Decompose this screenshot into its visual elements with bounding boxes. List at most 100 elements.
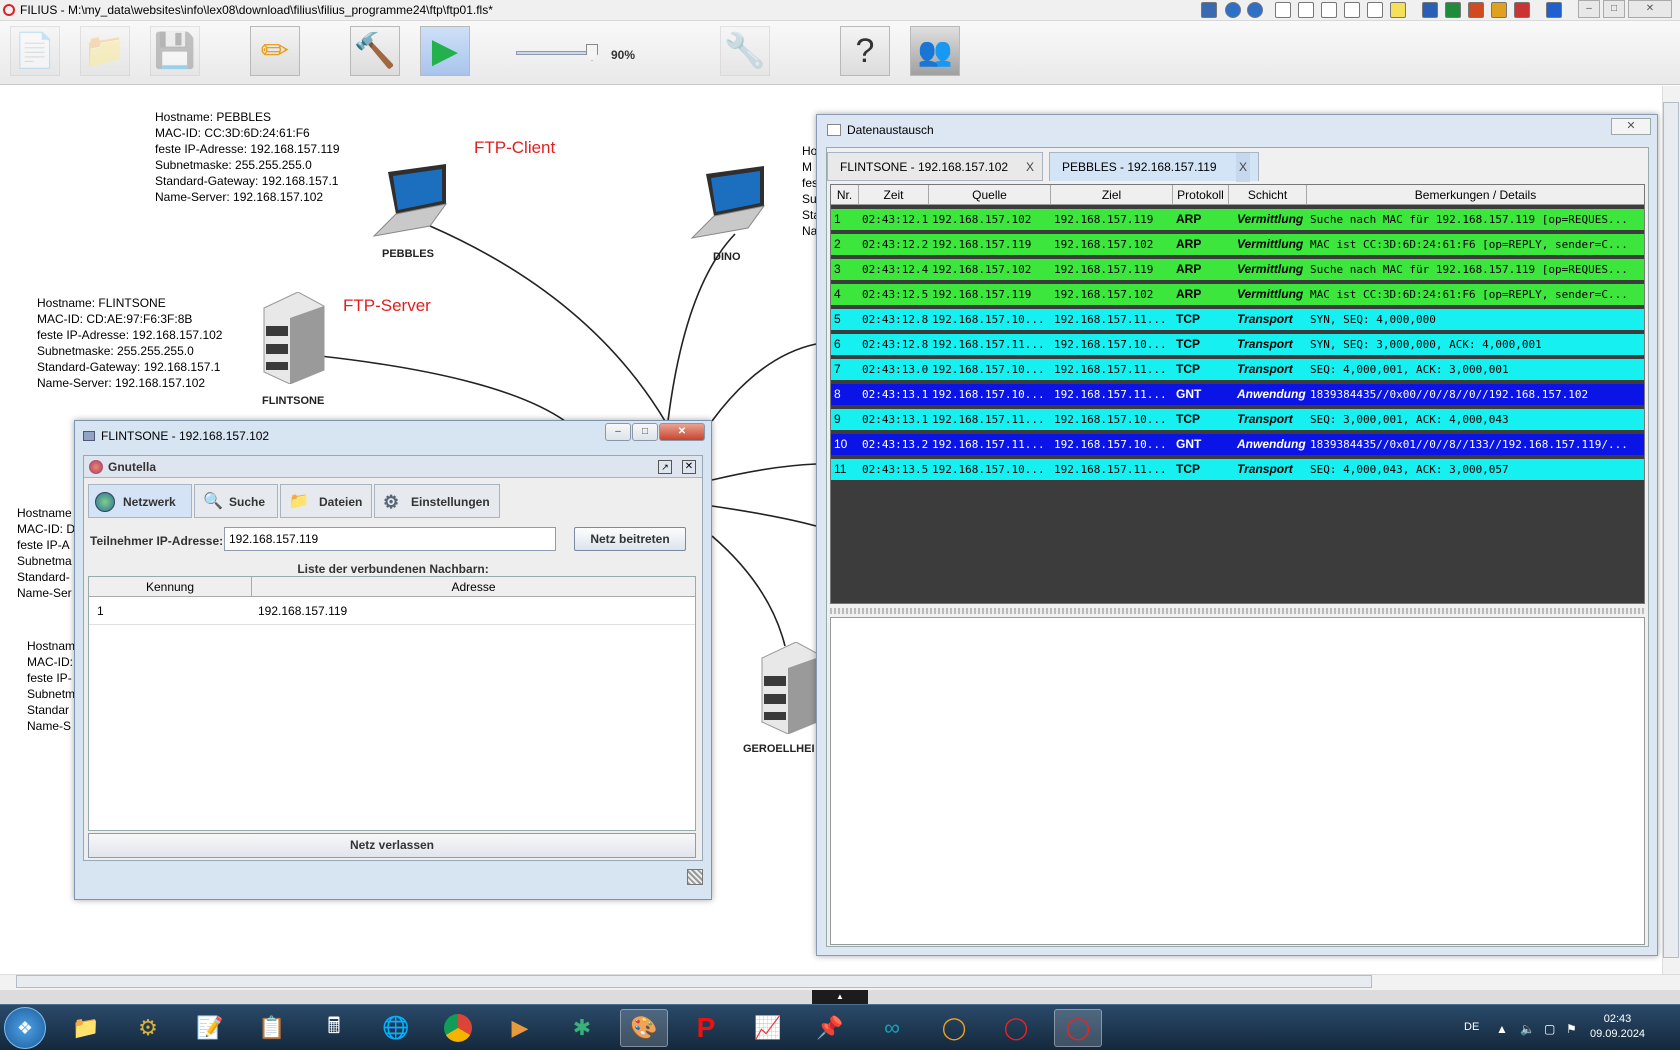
dino-laptop[interactable] — [686, 166, 768, 247]
taskbar-paint[interactable]: 🎨 — [620, 1009, 668, 1047]
card-icon[interactable] — [1344, 2, 1360, 18]
column-header[interactable]: Protokoll — [1173, 185, 1229, 205]
undock-icon[interactable]: ↗ — [658, 460, 672, 474]
actions-mode-button[interactable]: 🔨 — [350, 26, 400, 76]
horizontal-scroll-thumb[interactable] — [16, 975, 1372, 988]
minimize-button[interactable]: – — [605, 423, 631, 441]
settings-icon[interactable] — [1514, 2, 1530, 18]
taskbar-chrome[interactable] — [434, 1009, 482, 1047]
leave-network-button[interactable]: Netz verlassen — [88, 833, 696, 858]
flintsone-server[interactable] — [258, 291, 328, 387]
mail-icon[interactable] — [1275, 2, 1291, 18]
table-row[interactable]: 2 02:43:12.2...192.168.157.119 192.168.157… — [831, 234, 1644, 255]
tab-pebbles[interactable]: PEBBLES - 192.168.157.119 X — [1049, 152, 1259, 182]
tools-button[interactable]: 🔧 — [720, 26, 770, 76]
tab-suche[interactable]: 🔍 Suche — [194, 484, 278, 518]
start-button[interactable]: ❖ — [4, 1007, 46, 1049]
flag-icon[interactable]: ⚑ — [1566, 1022, 1577, 1036]
close-icon[interactable]: ✕ — [682, 460, 696, 474]
excel-icon[interactable] — [1445, 2, 1461, 18]
new-file-button[interactable]: 📄 — [10, 26, 60, 76]
column-header-adresse[interactable]: Adresse — [252, 577, 695, 596]
language-indicator[interactable]: DE — [1464, 1021, 1479, 1033]
table-row[interactable]: 1 02:43:12.1...192.168.157.102 192.168.157… — [831, 209, 1644, 230]
table-row[interactable]: 6 02:43:12.8...192.168.157.11... 192.168.1… — [831, 334, 1644, 355]
speed-slider-track[interactable] — [516, 51, 596, 55]
column-header[interactable]: Ziel — [1051, 185, 1173, 205]
table-row[interactable]: 4 02:43:12.5...192.168.157.119 192.168.157… — [831, 284, 1644, 305]
design-mode-button[interactable]: ✏ — [250, 26, 300, 76]
taskbar-filius-1[interactable]: ◯ — [992, 1009, 1040, 1047]
close-button[interactable]: ✕ — [1628, 0, 1672, 18]
pebbles-laptop[interactable] — [368, 164, 450, 245]
maximize-button[interactable]: □ — [632, 423, 658, 441]
vertical-scroll-thumb[interactable] — [1663, 102, 1679, 958]
taskbar-p-app[interactable]: P — [682, 1009, 730, 1047]
close-tab-icon[interactable]: X — [1026, 153, 1034, 182]
taskbar-stamp-app[interactable]: 📌 — [806, 1009, 854, 1047]
taskbar-explorer[interactable]: 📁 — [62, 1009, 110, 1047]
powerpoint-icon[interactable] — [1468, 2, 1484, 18]
teamviewer-icon[interactable] — [1546, 2, 1562, 18]
packet-table[interactable]: Nr. Zeit Quelle Ziel Protokoll Schicht Bemerku… — [830, 184, 1645, 604]
minimize-button[interactable]: – — [1578, 0, 1600, 18]
table-row[interactable]: 1 192.168.157.119 — [89, 597, 695, 625]
pencil-icon[interactable] — [1390, 2, 1406, 18]
tab-dateien[interactable]: 📁 Dateien — [280, 484, 372, 518]
column-header-kennung[interactable]: Kennung — [89, 577, 252, 596]
column-header[interactable]: Quelle — [929, 185, 1051, 205]
notepad-icon[interactable] — [1298, 2, 1314, 18]
table-row[interactable]: 11 02:43:13.5...192.168.157.10... 192.168.… — [831, 459, 1644, 480]
join-network-button[interactable]: Netz beitreten — [574, 527, 686, 551]
taskbar-calculator[interactable]: 🖩 — [310, 1009, 358, 1047]
taskbar-filius-2[interactable]: ◯ — [1054, 1009, 1102, 1047]
table-row[interactable]: 10 02:43:13.2...192.168.157.11... 192.168.… — [831, 434, 1644, 455]
speed-slider-thumb[interactable] — [586, 44, 598, 61]
taskbar-arduino[interactable]: ∞ — [868, 1009, 916, 1047]
tab-einstellungen[interactable]: ⚙ Einstellungen — [374, 484, 500, 518]
close-button[interactable]: ✕ — [659, 423, 705, 441]
close-button[interactable]: ✕ — [1611, 118, 1651, 135]
resize-grip-icon[interactable] — [687, 869, 703, 885]
taskbar-docs-app[interactable]: 📋 — [248, 1009, 296, 1047]
word-icon[interactable] — [1422, 2, 1438, 18]
table-row[interactable]: 8 02:43:13.1...192.168.157.10... 192.168.1… — [831, 384, 1644, 405]
taskbar-notes-app[interactable]: 📝 — [186, 1009, 234, 1047]
clipboard-icon[interactable] — [1321, 2, 1337, 18]
simulation-start-button[interactable]: ▶ — [420, 26, 470, 76]
about-button[interactable]: 👥 — [910, 26, 960, 76]
volume-icon[interactable]: 🔈 — [1520, 1022, 1535, 1036]
table-row[interactable]: 9 02:43:13.1...192.168.157.11... 192.168.1… — [831, 409, 1644, 430]
list-icon[interactable] — [1367, 2, 1383, 18]
taskbar-tray-icon[interactable] — [1201, 2, 1217, 18]
table-row[interactable]: 3 02:43:12.4...192.168.157.102 192.168.157… — [831, 259, 1644, 280]
help-icon[interactable] — [1225, 2, 1241, 18]
tab-flintsone[interactable]: FLINTSONE - 192.168.157.102 X — [827, 152, 1043, 181]
clock[interactable]: 02:43 09.09.2024 — [1590, 1012, 1645, 1042]
taskbar-globe-app[interactable]: 🌐 — [372, 1009, 420, 1047]
help-icon[interactable] — [1247, 2, 1263, 18]
column-header[interactable]: Zeit — [859, 185, 929, 205]
maximize-button[interactable]: □ — [1603, 0, 1625, 18]
taskbar-shield-app[interactable]: ◯ — [930, 1009, 978, 1047]
ip-address-input[interactable] — [224, 527, 556, 551]
column-header[interactable]: Schicht — [1229, 185, 1307, 205]
open-file-button[interactable]: 📁 — [80, 26, 130, 76]
column-header[interactable]: Bemerkungen / Details — [1307, 185, 1644, 205]
close-tab-icon[interactable]: X — [1235, 153, 1250, 182]
taskbar-star-app[interactable]: ✱ — [558, 1009, 606, 1047]
expand-panel-button[interactable]: ▲ — [812, 990, 868, 1004]
neighbors-table[interactable]: Kennung Adresse 1 192.168.157.119 — [88, 576, 696, 831]
table-row[interactable]: 5 02:43:12.8...192.168.157.10... 192.168.1… — [831, 309, 1644, 330]
tray-expand-icon[interactable]: ▲ — [1496, 1022, 1508, 1036]
taskbar-chart-app[interactable]: 📈 — [744, 1009, 792, 1047]
save-file-button[interactable]: 💾 — [150, 26, 200, 76]
taskbar-gear-app[interactable]: ⚙ — [124, 1009, 172, 1047]
paint-icon[interactable] — [1491, 2, 1507, 18]
split-pane-divider[interactable] — [830, 608, 1645, 614]
table-row[interactable]: 7 02:43:13.0...192.168.157.10... 192.168.1… — [831, 359, 1644, 380]
help-button[interactable]: ? — [840, 26, 890, 76]
network-tray-icon[interactable]: ▢ — [1544, 1022, 1555, 1036]
taskbar-media-player[interactable]: ▶ — [496, 1009, 544, 1047]
column-header[interactable]: Nr. — [831, 185, 859, 205]
